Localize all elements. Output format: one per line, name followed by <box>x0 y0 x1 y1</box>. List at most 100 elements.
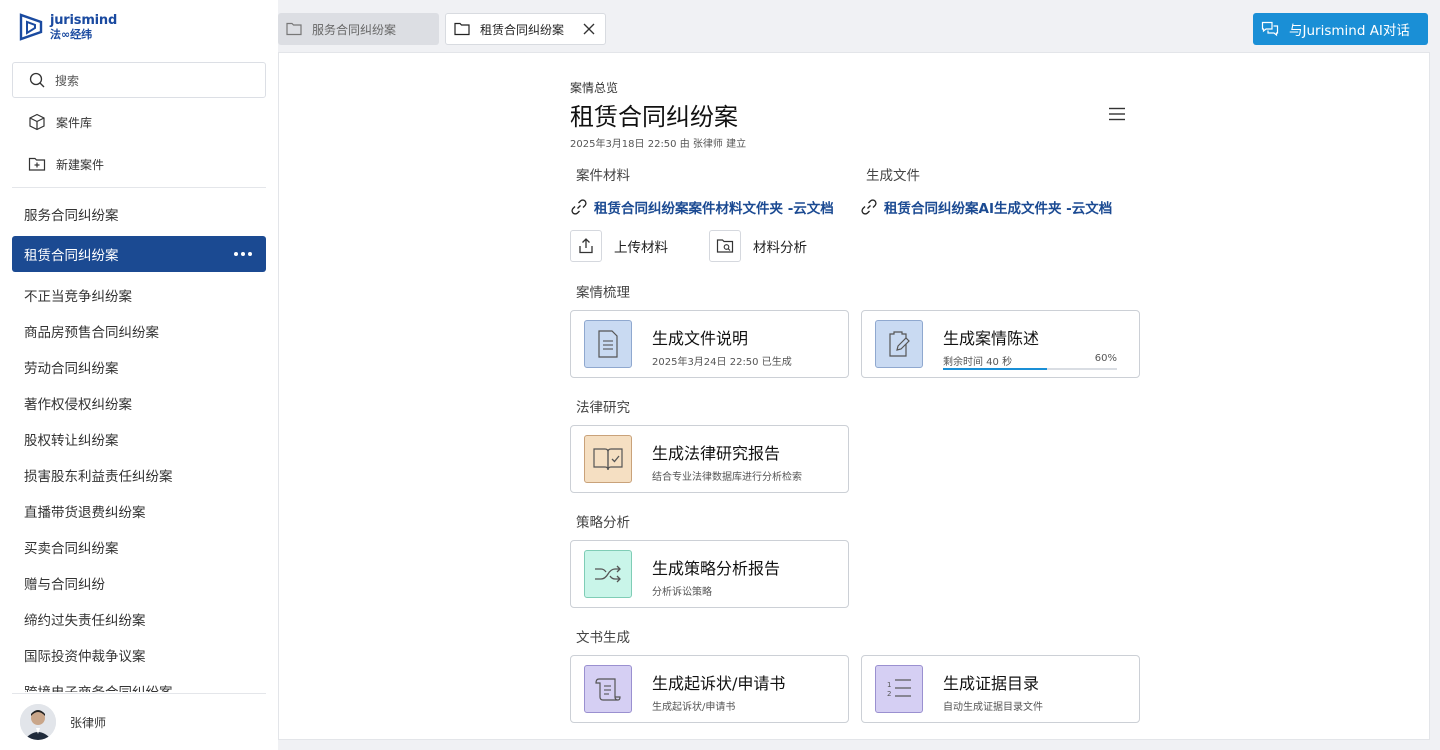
case-review-label: 案情梳理 <box>576 285 630 301</box>
case-item-label: 服务合同纠纷案 <box>24 208 119 224</box>
materials-folder-link[interactable]: 租赁合同纠纷案案件材料文件夹 -云文档 <box>570 197 834 217</box>
generated-link-text: 租赁合同纠纷案AI生成文件夹 -云文档 <box>884 201 1113 217</box>
folder-icon <box>286 22 302 36</box>
case-item-active[interactable]: 租赁合同纠纷案 <box>12 236 266 272</box>
case-item[interactable]: 著作权侵权纠纷案 <box>12 385 266 421</box>
card-title: 生成法律研究报告 <box>652 444 781 463</box>
document-icon <box>584 320 632 368</box>
scroll-icon <box>584 665 632 713</box>
link-icon <box>861 199 877 215</box>
link-icon <box>571 199 587 215</box>
materials-link-text: 租赁合同纠纷案案件材料文件夹 -云文档 <box>594 201 834 217</box>
case-item-label: 国际投资仲裁争议案 <box>24 649 146 665</box>
folder-search-icon <box>709 230 741 262</box>
remaining-time: 剩余时间 40 秒 <box>943 357 1013 368</box>
card-title: 生成案情陈述 <box>943 329 1040 348</box>
strategy-label: 策略分析 <box>576 515 630 531</box>
case-library-link[interactable]: 案件库 <box>28 113 92 131</box>
upload-label: 上传材料 <box>614 240 668 256</box>
book-check-icon <box>584 435 632 483</box>
shuffle-icon <box>584 550 632 598</box>
strategy-report-card[interactable]: 生成策略分析报告 分析诉讼策略 <box>570 540 849 608</box>
logo-icon <box>19 13 43 41</box>
sidebar-divider <box>12 187 266 188</box>
complaint-card[interactable]: 生成起诉状/申请书 生成起诉状/申请书 <box>570 655 849 723</box>
generated-folder-link[interactable]: 租赁合同纠纷案AI生成文件夹 -云文档 <box>860 197 1112 217</box>
card-title: 生成起诉状/申请书 <box>652 674 786 693</box>
analyze-label: 材料分析 <box>753 240 807 256</box>
main-panel: 案情总览 租赁合同纠纷案 2025年3月18日 22:50 由 张律师 建立 案… <box>278 52 1430 740</box>
card-subtitle: 自动生成证据目录文件 <box>943 702 1043 713</box>
card-subtitle: 2025年3月24日 22:50 已生成 <box>652 357 792 368</box>
case-item[interactable]: 股权转让纠纷案 <box>12 421 266 457</box>
overview-label: 案情总览 <box>570 81 619 95</box>
case-library-label: 案件库 <box>56 115 93 130</box>
case-item[interactable]: 买卖合同纠纷案 <box>12 529 266 565</box>
numbered-list-icon: 1 2 <box>875 665 923 713</box>
card-subtitle: 生成起诉状/申请书 <box>652 702 736 713</box>
close-icon[interactable] <box>583 23 595 35</box>
case-item-label: 不正当竞争纠纷案 <box>24 289 132 305</box>
analyze-materials-button[interactable]: 材料分析 <box>709 230 807 262</box>
card-title: 生成文件说明 <box>652 329 749 348</box>
case-item[interactable]: 商品房预售合同纠纷案 <box>12 313 266 349</box>
case-item-label: 商品房预售合同纠纷案 <box>24 325 159 341</box>
page-title: 租赁合同纠纷案 <box>570 103 738 131</box>
chat-icon <box>1261 21 1279 37</box>
case-item-label: 租赁合同纠纷案 <box>24 248 119 264</box>
ai-chat-label: 与Jurismind AI对话 <box>1289 23 1410 39</box>
case-item[interactable]: 缔约过失责任纠纷案 <box>12 601 266 637</box>
clipboard-edit-icon <box>875 320 923 368</box>
progress-bar <box>943 368 1117 370</box>
doc-explain-card[interactable]: 生成文件说明 2025年3月24日 22:50 已生成 <box>570 310 849 378</box>
logo-text-cn: 法∞经纬 <box>50 28 93 41</box>
new-case-button[interactable]: 新建案件 <box>28 155 104 173</box>
menu-icon[interactable] <box>1108 105 1126 123</box>
new-case-label: 新建案件 <box>56 157 105 172</box>
upload-materials-button[interactable]: 上传材料 <box>570 230 668 262</box>
logo-text-en: jurismind <box>50 13 118 28</box>
folder-plus-icon <box>28 157 46 171</box>
user-profile[interactable]: 张律师 <box>20 704 106 740</box>
sidebar-divider <box>12 693 266 694</box>
case-item-label: 跨境电子商务合同纠纷案 <box>24 681 173 692</box>
tab-service-contract[interactable]: 服务合同纠纷案 <box>278 13 439 45</box>
tab-label: 服务合同纠纷案 <box>312 22 397 37</box>
case-statement-card[interactable]: 生成案情陈述 剩余时间 40 秒 60% <box>861 310 1140 378</box>
more-options-icon[interactable] <box>234 252 252 256</box>
evidence-card[interactable]: 1 2 生成证据目录 自动生成证据目录文件 <box>861 655 1140 723</box>
legal-research-label: 法律研究 <box>576 400 630 416</box>
doc-gen-label: 文书生成 <box>576 630 630 646</box>
folder-icon <box>454 22 470 36</box>
case-item[interactable]: 劳动合同纠纷案 <box>12 349 266 385</box>
case-item[interactable]: 国际投资仲裁争议案 <box>12 637 266 673</box>
case-item[interactable]: 跨境电子商务合同纠纷案 <box>12 673 266 692</box>
cube-icon <box>29 113 45 131</box>
case-item-label: 买卖合同纠纷案 <box>24 541 119 557</box>
legal-report-card[interactable]: 生成法律研究报告 结合专业法律数据库进行分析检索 <box>570 425 849 493</box>
case-item-label: 缔约过失责任纠纷案 <box>24 613 146 629</box>
ai-chat-button[interactable]: 与Jurismind AI对话 <box>1253 13 1428 45</box>
case-item-label: 劳动合同纠纷案 <box>24 361 119 377</box>
sidebar: jurismind 法∞经纬 搜索 案件库 新建案件 服务合同纠纷案 租赁合同纠… <box>0 0 278 750</box>
card-title: 生成证据目录 <box>943 674 1040 693</box>
app-logo[interactable]: jurismind 法∞经纬 <box>18 12 117 42</box>
case-item[interactable]: 服务合同纠纷案 <box>12 196 266 232</box>
progress-fill <box>943 368 1048 370</box>
case-list: 服务合同纠纷案 租赁合同纠纷案 不正当竞争纠纷案 商品房预售合同纠纷案 劳动合同… <box>12 196 266 692</box>
svg-text:1: 1 <box>887 681 891 689</box>
case-item-label: 赠与合同纠纷 <box>24 577 105 593</box>
progress-percent: 60% <box>1094 353 1117 364</box>
case-item-label: 直播带货退费纠纷案 <box>24 505 146 521</box>
case-item[interactable]: 赠与合同纠纷 <box>12 565 266 601</box>
case-item-label: 损害股东利益责任纠纷案 <box>24 469 173 485</box>
case-item-label: 股权转让纠纷案 <box>24 433 119 449</box>
search-input[interactable]: 搜索 <box>12 62 266 98</box>
case-item[interactable]: 损害股东利益责任纠纷案 <box>12 457 266 493</box>
search-placeholder: 搜索 <box>55 73 80 88</box>
case-item[interactable]: 不正当竞争纠纷案 <box>12 277 266 313</box>
case-item-label: 著作权侵权纠纷案 <box>24 397 132 413</box>
tab-label: 租赁合同纠纷案 <box>480 22 565 37</box>
case-item[interactable]: 直播带货退费纠纷案 <box>12 493 266 529</box>
tab-lease-contract[interactable]: 租赁合同纠纷案 <box>445 13 606 45</box>
